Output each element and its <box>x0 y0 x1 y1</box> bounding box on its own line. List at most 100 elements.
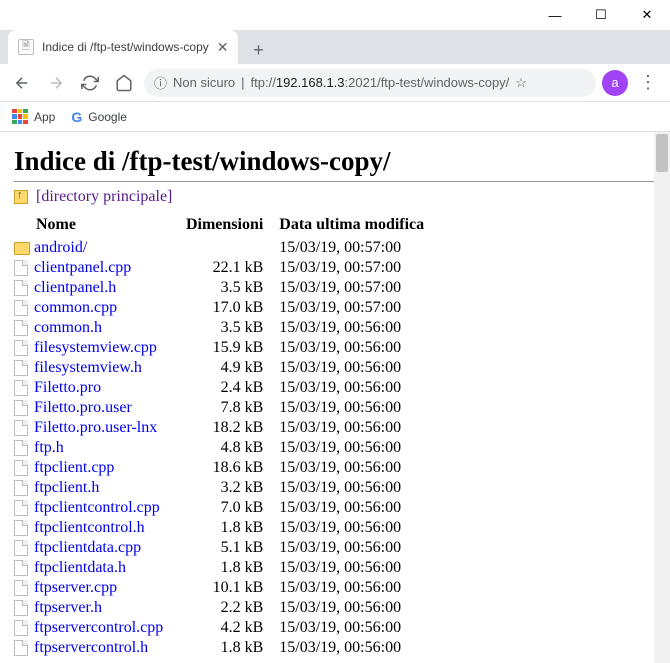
menu-button[interactable]: ⋮ <box>634 69 662 97</box>
security-label: Non sicuro <box>173 75 235 90</box>
file-link[interactable]: Filetto.pro <box>34 379 101 396</box>
cell-name: ftpclient.cpp <box>14 458 173 478</box>
page-title: Indice di /ftp-test/windows-copy/ <box>14 146 656 177</box>
file-link[interactable]: filesystemview.h <box>34 359 142 376</box>
window-titlebar: — ☐ ✕ <box>0 0 670 30</box>
tab-close-button[interactable]: ✕ <box>217 39 229 56</box>
cell-size: 7.8 kB <box>173 398 273 418</box>
cell-name: ftpserver.cpp <box>14 578 173 598</box>
cell-size: 22.1 kB <box>173 258 273 278</box>
cell-date: 15/03/19, 00:56:00 <box>273 498 434 518</box>
table-row: Filetto.pro2.4 kB15/03/19, 00:56:00 <box>14 378 434 398</box>
file-icon <box>14 260 28 276</box>
cell-size: 3.2 kB <box>173 478 273 498</box>
file-link[interactable]: common.cpp <box>34 299 117 316</box>
table-row: ftpclientcontrol.h1.8 kB15/03/19, 00:56:… <box>14 518 434 538</box>
profile-avatar-button[interactable]: a <box>602 70 628 96</box>
cell-date: 15/03/19, 00:56:00 <box>273 578 434 598</box>
browser-toolbar: ⓘ Non sicuro | ftp://192.168.1.3:2021/ft… <box>0 64 670 102</box>
new-tab-button[interactable]: + <box>244 36 272 64</box>
cell-date: 15/03/19, 00:56:00 <box>273 358 434 378</box>
file-link[interactable]: clientpanel.cpp <box>34 259 131 276</box>
table-row: Filetto.pro.user 7.8 kB15/03/19, 00:56:00 <box>14 398 434 418</box>
cell-size: 5.1 kB <box>173 538 273 558</box>
cell-date: 15/03/19, 00:57:00 <box>273 298 434 318</box>
cell-date: 15/03/19, 00:56:00 <box>273 478 434 498</box>
scrollbar-thumb[interactable] <box>656 134 668 172</box>
cell-date: 15/03/19, 00:57:00 <box>273 278 434 298</box>
cell-name: ftpclientdata.cpp <box>14 538 173 558</box>
plus-icon: + <box>253 40 264 61</box>
cell-name: ftpclientdata.h <box>14 558 173 578</box>
table-row: filesystemview.h 4.9 kB15/03/19, 00:56:00 <box>14 358 434 378</box>
cell-date: 15/03/19, 00:56:00 <box>273 618 434 638</box>
file-link[interactable]: android/ <box>34 239 87 256</box>
file-link[interactable]: ftpserver.h <box>34 599 102 616</box>
divider <box>14 181 656 182</box>
scrollbar[interactable] <box>654 132 670 663</box>
bookmark-label: App <box>34 110 55 124</box>
browser-tab[interactable]: 🗎 Indice di /ftp-test/windows-copy ✕ <box>8 30 238 64</box>
table-row: Filetto.pro.user-lnx18.2 kB15/03/19, 00:… <box>14 418 434 438</box>
cell-size: 18.2 kB <box>173 418 273 438</box>
reload-button[interactable] <box>76 69 104 97</box>
bookmark-apps[interactable]: App <box>12 109 55 125</box>
cell-size: 4.9 kB <box>173 358 273 378</box>
cell-name: clientpanel.cpp <box>14 258 173 278</box>
file-link[interactable]: ftp.h <box>34 439 64 456</box>
file-link[interactable]: ftpclientdata.h <box>34 559 126 576</box>
home-button[interactable] <box>110 69 138 97</box>
file-link[interactable]: Filetto.pro.user <box>34 399 132 416</box>
window-close-button[interactable]: ✕ <box>624 0 670 30</box>
cell-date: 15/03/19, 00:56:00 <box>273 598 434 618</box>
file-link[interactable]: ftpservercontrol.cpp <box>34 619 163 636</box>
file-icon <box>14 620 28 636</box>
home-icon <box>115 74 133 92</box>
cell-size: 10.1 kB <box>173 578 273 598</box>
cell-size: 17.0 kB <box>173 298 273 318</box>
file-link[interactable]: ftpclient.h <box>34 479 99 496</box>
file-link[interactable]: Filetto.pro.user-lnx <box>34 419 157 436</box>
table-row: ftp.h4.8 kB15/03/19, 00:56:00 <box>14 438 434 458</box>
cell-date: 15/03/19, 00:56:00 <box>273 338 434 358</box>
file-link[interactable]: common.h <box>34 319 102 336</box>
file-link[interactable]: ftpclientcontrol.h <box>34 519 145 536</box>
cell-name: ftpservercontrol.cpp <box>14 618 173 638</box>
file-link[interactable]: ftpservercontrol.h <box>34 639 148 656</box>
file-link[interactable]: clientpanel.h <box>34 279 116 296</box>
cell-date: 15/03/19, 00:56:00 <box>273 378 434 398</box>
parent-directory-link[interactable]: [directory principale] <box>14 188 656 206</box>
cell-size: 15.9 kB <box>173 338 273 358</box>
file-link[interactable]: filesystemview.cpp <box>34 339 157 356</box>
address-bar[interactable]: ⓘ Non sicuro | ftp://192.168.1.3:2021/ft… <box>144 69 596 97</box>
back-button[interactable] <box>8 69 36 97</box>
cell-size: 7.0 kB <box>173 498 273 518</box>
cell-date: 15/03/19, 00:56:00 <box>273 398 434 418</box>
file-link[interactable]: ftpclientdata.cpp <box>34 539 141 556</box>
info-icon: ⓘ <box>154 73 167 92</box>
parent-link-text: [directory principale] <box>36 188 172 205</box>
table-row: ftpclientcontrol.cpp 7.0 kB15/03/19, 00:5… <box>14 498 434 518</box>
forward-button[interactable] <box>42 69 70 97</box>
cell-date: 15/03/19, 00:56:00 <box>273 458 434 478</box>
table-row: ftpclientdata.cpp 5.1 kB15/03/19, 00:56:0… <box>14 538 434 558</box>
table-row: ftpservercontrol.h1.8 kB15/03/19, 00:56:… <box>14 638 434 658</box>
cell-size: 1.8 kB <box>173 518 273 538</box>
file-icon <box>14 340 28 356</box>
file-link[interactable]: ftpclient.cpp <box>34 459 114 476</box>
col-header-size: Dimensioni <box>173 216 273 238</box>
bookmark-star-button[interactable]: ☆ <box>515 75 527 91</box>
bookmark-google[interactable]: G Google <box>71 109 127 125</box>
file-link[interactable]: ftpserver.cpp <box>34 579 117 596</box>
window-minimize-button[interactable]: — <box>532 0 578 30</box>
cell-date: 15/03/19, 00:56:00 <box>273 538 434 558</box>
cell-name: android/ <box>14 238 173 258</box>
window-maximize-button[interactable]: ☐ <box>578 0 624 30</box>
file-listing-table: Nome Dimensioni Data ultima modifica and… <box>14 216 434 658</box>
cell-name: ftpservercontrol.h <box>14 638 173 658</box>
file-icon <box>14 560 28 576</box>
file-link[interactable]: ftpclientcontrol.cpp <box>34 499 160 516</box>
table-row: ftpservercontrol.cpp4.2 kB15/03/19, 00:5… <box>14 618 434 638</box>
kebab-icon: ⋮ <box>639 72 657 93</box>
arrow-right-icon <box>47 74 65 92</box>
